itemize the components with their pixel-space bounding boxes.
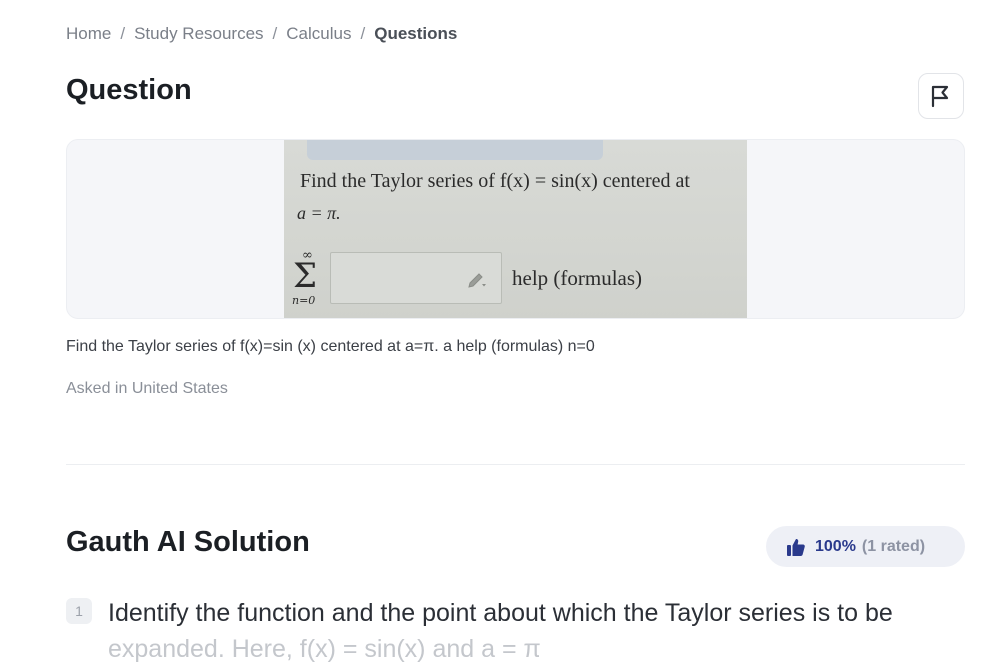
flag-icon: [931, 85, 949, 108]
sigma-lower-limit: n=0: [292, 294, 316, 307]
question-heading: Question: [66, 74, 192, 106]
rating-percent: 100%: [815, 537, 856, 555]
step-number-badge: 1: [66, 598, 92, 624]
photo-header-strip: [307, 140, 603, 160]
section-divider: [66, 464, 965, 465]
breadcrumb-separator: /: [360, 24, 366, 43]
breadcrumb-home[interactable]: Home: [66, 24, 111, 44]
breadcrumb-separator: /: [272, 24, 278, 43]
asked-location: Asked in United States: [66, 380, 228, 397]
breadcrumb: Home / Study Resources / Calculus / Ques…: [66, 24, 457, 44]
photo-point-line: a = π.: [297, 203, 341, 223]
rating-count: (1 rated): [861, 537, 926, 555]
solution-heading: Gauth AI Solution: [66, 526, 310, 558]
sigma-glyph: Σ: [293, 256, 318, 296]
question-image-panel: Find the Taylor series of f(x) = sin(x) …: [66, 139, 965, 319]
breadcrumb-calculus[interactable]: Calculus: [286, 24, 351, 44]
breadcrumb-separator: /: [120, 24, 126, 43]
question-photo[interactable]: Find the Taylor series of f(x) = sin(x) …: [284, 140, 747, 318]
thumbs-up-icon: [787, 538, 805, 556]
solution-step: Identify the function and the point abou…: [108, 595, 968, 667]
solution-rating-badge[interactable]: 100% (1 rated): [766, 526, 965, 567]
step-text-line: Identify the function and the point abou…: [108, 599, 893, 627]
report-flag-button[interactable]: [918, 73, 964, 119]
breadcrumb-study-resources[interactable]: Study Resources: [134, 24, 263, 44]
photo-help-formulas-text: help (formulas): [512, 266, 643, 290]
summation-symbol: ∞ Σ n=0: [292, 248, 326, 310]
question-text: Find the Taylor series of f(x)=sin (x) c…: [66, 338, 595, 355]
breadcrumb-current: Questions: [374, 24, 458, 43]
pencil-icon: [468, 273, 486, 288]
photo-question-line: Find the Taylor series of f(x) = sin(x) …: [300, 170, 690, 192]
step-text-continued: expanded. Here, f(x) = sin(x) and a = π: [108, 635, 541, 663]
